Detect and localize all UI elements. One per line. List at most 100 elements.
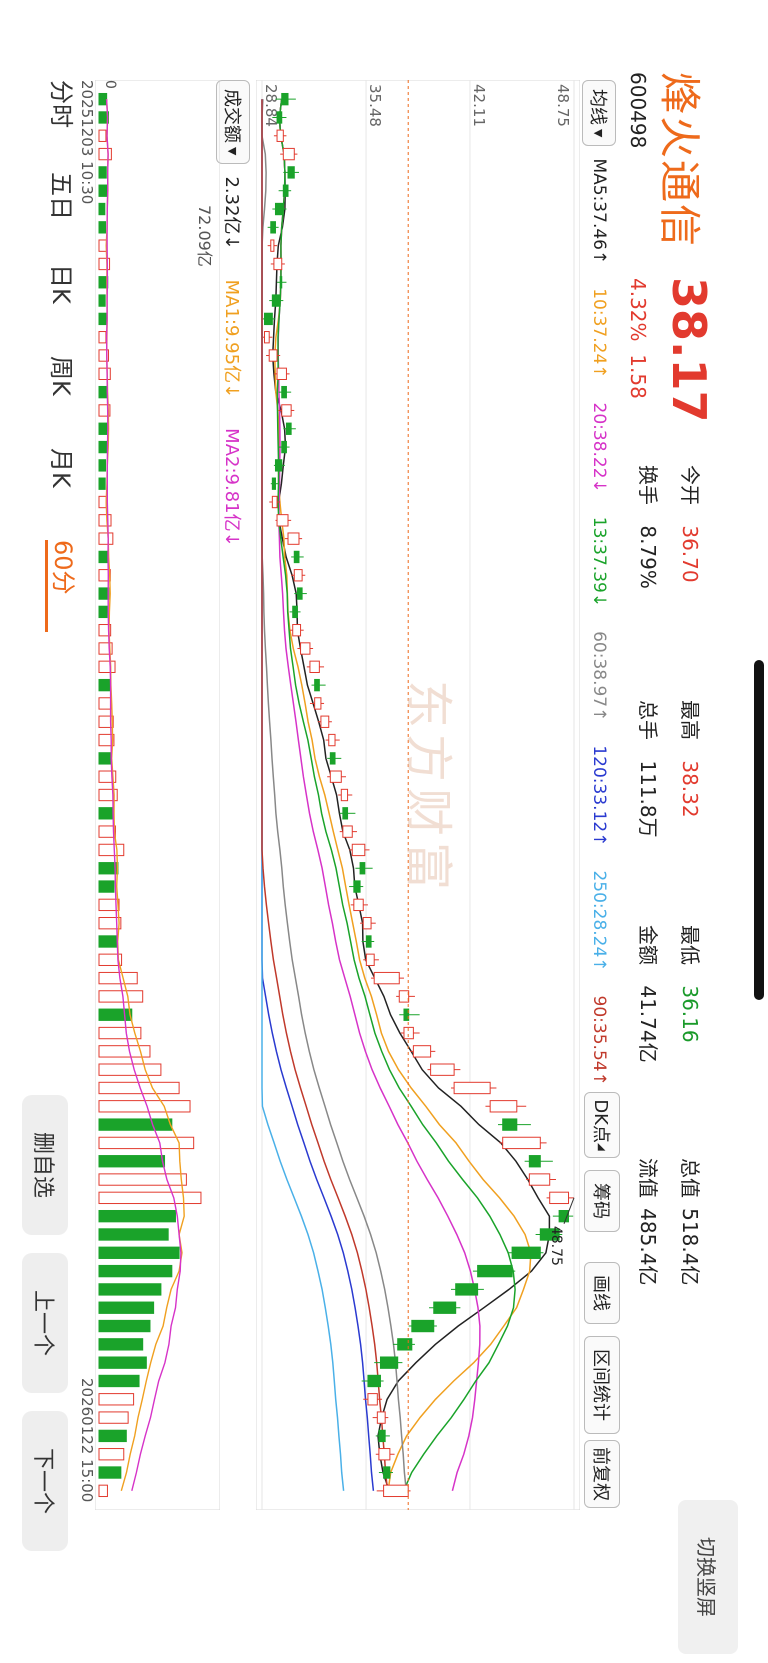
switch-portrait-button[interactable]: 切换竖屏	[678, 1500, 738, 1654]
quote-volume: 总手 111.8万	[635, 700, 664, 838]
change-pct: 4.32%	[626, 278, 650, 342]
candle-body	[340, 788, 349, 802]
tab-intraday[interactable]: 分时	[47, 80, 82, 172]
volume-bar	[98, 422, 108, 435]
candle-body	[281, 385, 287, 399]
candle-body	[379, 1356, 399, 1369]
volume-selector[interactable]: 成交额 ▼	[216, 80, 250, 165]
time-end-label: 20260122 15:00	[78, 1378, 96, 1503]
chip-button[interactable]: 筹码	[584, 1170, 620, 1232]
candle-body	[293, 569, 303, 582]
candle-body	[376, 1411, 386, 1424]
candle-body	[397, 1338, 413, 1351]
volume-bar	[98, 367, 111, 381]
change-amt: 1.58	[626, 354, 650, 399]
volume-bar	[98, 697, 112, 710]
candle-body	[287, 532, 300, 545]
volume-bar	[98, 1100, 191, 1113]
tab-60min[interactable]: 60分	[45, 540, 83, 632]
candle-body	[353, 898, 364, 912]
volume-bar	[98, 1429, 127, 1443]
candle-body	[276, 129, 284, 142]
volume-bar	[98, 1411, 129, 1424]
turnover-label: 换手	[636, 465, 660, 505]
volume-chart[interactable]	[95, 80, 220, 1510]
watermark: 东方财富	[400, 680, 456, 897]
tab-weekly-k[interactable]: 周K	[47, 356, 82, 448]
volume-bar	[98, 385, 108, 399]
candle-body	[373, 971, 400, 985]
draw-line-button[interactable]: 画线	[584, 1262, 620, 1324]
low-value: 36.16	[678, 985, 702, 1043]
volume-bar	[98, 440, 108, 454]
volume-bar	[98, 1008, 133, 1021]
candle-body	[502, 1118, 518, 1131]
candle-body	[367, 1374, 381, 1388]
candle-body	[274, 202, 284, 216]
volume-bar	[98, 459, 107, 472]
home-indicator[interactable]	[754, 660, 764, 1000]
prev-stock-button[interactable]: 上一个	[22, 1253, 68, 1393]
candle-body	[430, 1063, 455, 1076]
candle-body	[292, 605, 298, 619]
candle-body	[292, 624, 302, 637]
quote-high: 最高 38.32	[677, 700, 706, 818]
candle-body	[528, 1155, 541, 1168]
volume-bar	[98, 1118, 173, 1131]
volume-bar	[98, 477, 106, 490]
next-stock-button[interactable]: 下一个	[22, 1411, 68, 1551]
candle-body	[314, 697, 322, 710]
ma60-label: 60:38.97↑	[589, 631, 609, 722]
quote-amount: 金额 41.74亿	[635, 925, 664, 1063]
volume-bar	[98, 166, 107, 179]
candle-body	[282, 147, 295, 161]
volume-ma2: MA2:9.81亿↓	[221, 428, 242, 547]
candle-body	[378, 1448, 391, 1461]
volume-bar	[98, 294, 106, 307]
tab-five-day[interactable]: 五日	[47, 172, 82, 264]
volume-bar	[98, 1191, 202, 1205]
landscape-stage: 烽火通信 38.17 600498 4.32% 1.58 今开 36.70 最高…	[0, 0, 768, 1663]
volume-bar	[98, 221, 107, 234]
candle-body	[276, 367, 287, 381]
tab-monthly-k[interactable]: 月K	[47, 448, 82, 540]
candle-body	[383, 1466, 391, 1479]
float-mv-label: 流值	[636, 1158, 660, 1198]
max-price-label: 48.75	[548, 1226, 564, 1266]
price-axis-label: 42.11	[470, 84, 488, 127]
volume-bar	[98, 147, 112, 161]
volume-bar	[98, 1338, 144, 1351]
candle-body	[279, 276, 283, 289]
volume-bar	[98, 880, 115, 893]
volume-bar	[98, 1448, 125, 1461]
candle-body	[528, 1173, 551, 1186]
volume-bar	[98, 532, 114, 545]
candle-body	[365, 935, 372, 948]
dk-point-button[interactable]: DK点 ◢	[584, 1092, 620, 1158]
ma-selector[interactable]: 均线 ▼	[582, 80, 616, 147]
volume-bar	[98, 202, 106, 216]
candle-body	[264, 331, 270, 344]
candle-body	[398, 990, 410, 1003]
candle-body	[300, 642, 311, 655]
volume-bar	[98, 129, 107, 142]
candle-body	[276, 111, 283, 124]
volume-bar	[98, 1063, 162, 1076]
volume-bar	[98, 1246, 180, 1259]
candle-body	[433, 1301, 457, 1314]
total-mv-value: 518.4亿	[678, 1208, 702, 1286]
candle-body	[502, 1136, 541, 1150]
ma60-line	[261, 99, 408, 1491]
tab-daily-k[interactable]: 日K	[47, 264, 82, 356]
stock-name: 烽火通信	[655, 72, 704, 249]
volume-bar	[98, 1393, 135, 1406]
range-stats-button[interactable]: 区间统计	[584, 1336, 620, 1434]
candle-body	[367, 1393, 378, 1406]
stock-price: 38.17	[662, 277, 716, 423]
adjust-button[interactable]: 前复权	[584, 1440, 620, 1508]
candle-body	[362, 917, 372, 930]
volume-bar	[98, 587, 110, 600]
delete-watchlist-button[interactable]: 删自选	[22, 1095, 68, 1235]
volume-bar	[98, 935, 118, 948]
candle-body	[268, 349, 278, 362]
